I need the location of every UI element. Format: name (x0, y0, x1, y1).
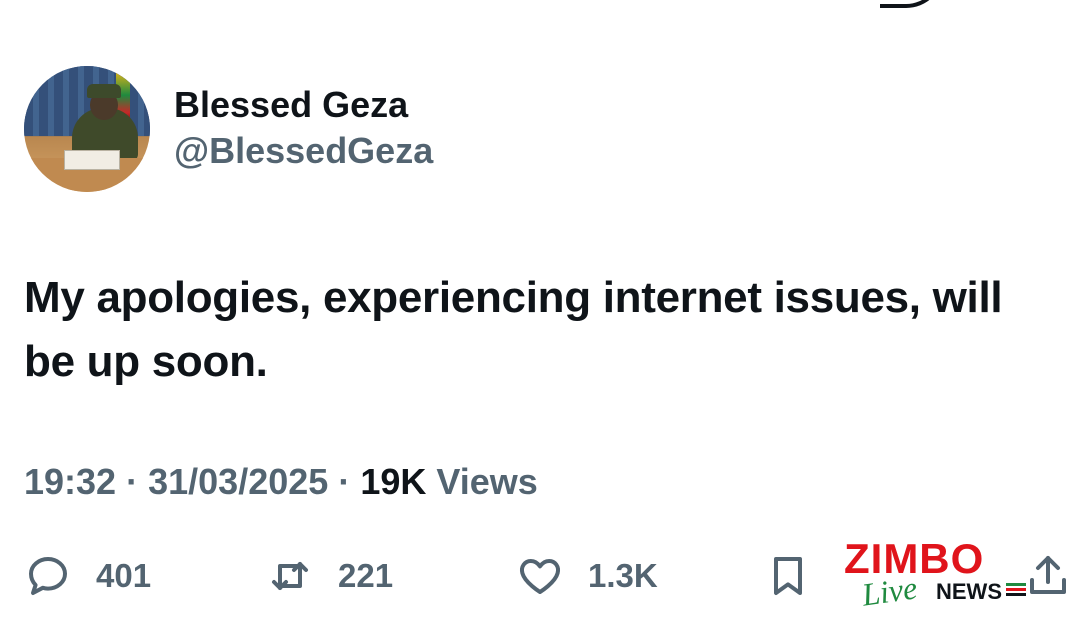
bookmark-button[interactable] (764, 548, 812, 604)
watermark-news: NEWS (936, 579, 1002, 604)
meta-separator: · (126, 461, 139, 502)
tweet-author[interactable]: Blessed Geza @BlessedGeza (24, 66, 433, 192)
bookmark-icon (774, 557, 802, 595)
retweet-icon (272, 562, 308, 590)
watermark-script: Live (859, 569, 920, 613)
views-label: Views (436, 461, 538, 502)
watermark-flag-stripes (1006, 583, 1026, 597)
display-name[interactable]: Blessed Geza (174, 83, 433, 127)
tweet-meta: 19:32 · 31/03/2025 · 19K Views (24, 458, 538, 506)
tweet-time[interactable]: 19:32 (24, 461, 116, 502)
heart-icon (520, 559, 560, 594)
author-names: Blessed Geza @BlessedGeza (174, 83, 433, 175)
retweet-button[interactable]: 221 (266, 548, 393, 604)
reply-icon (29, 557, 67, 595)
user-handle[interactable]: @BlessedGeza (174, 127, 433, 175)
zimbo-live-news-watermark: ZIMBO Live NEWS (840, 538, 1030, 613)
views-count: 19K (360, 461, 427, 502)
top-edge-fragment (880, 0, 944, 8)
reply-count: 401 (96, 557, 152, 594)
share-button[interactable] (1024, 548, 1080, 604)
like-button[interactable]: 1.3K (516, 548, 658, 604)
retweet-count: 221 (338, 557, 394, 594)
like-count: 1.3K (588, 557, 658, 594)
avatar[interactable] (24, 66, 150, 192)
tweet-date[interactable]: 31/03/2025 (148, 461, 328, 502)
reply-button[interactable]: 401 (24, 548, 151, 604)
share-icon (1030, 556, 1066, 594)
meta-separator: · (338, 461, 351, 502)
tweet-text: My apologies, experiencing internet issu… (24, 273, 1003, 386)
